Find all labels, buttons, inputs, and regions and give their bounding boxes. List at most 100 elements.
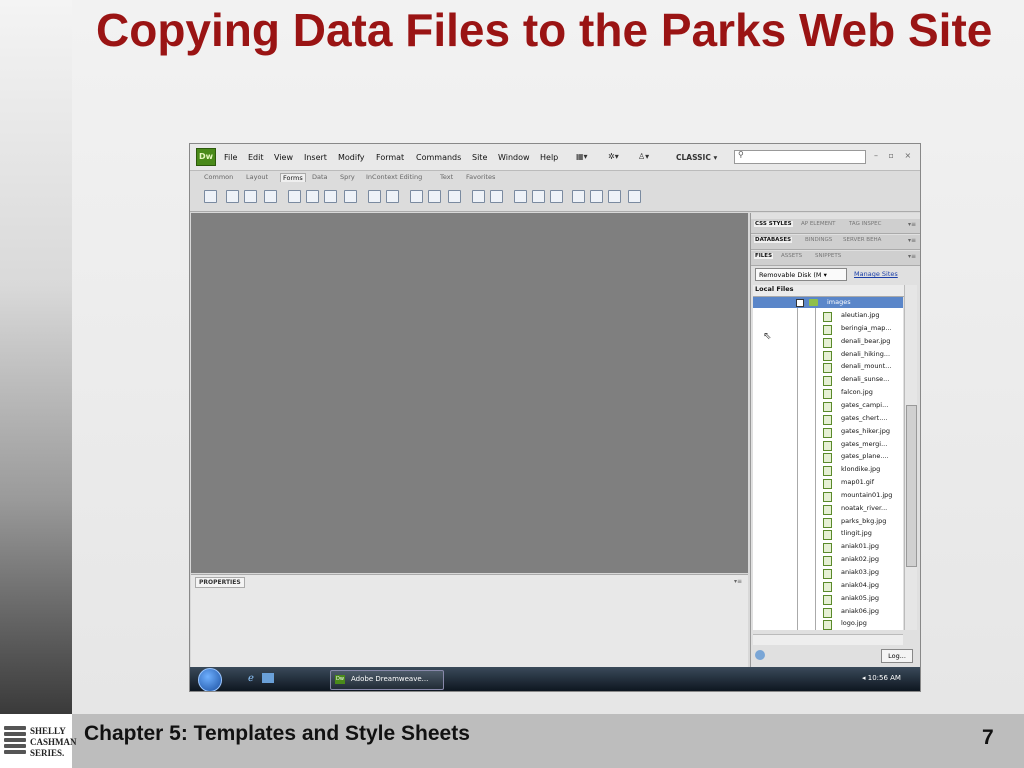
file-row[interactable]: gates_mergi... xyxy=(823,439,903,451)
image-field-icon[interactable] xyxy=(410,190,423,203)
spry-radio-icon[interactable] xyxy=(628,190,641,203)
log-button[interactable]: Log... xyxy=(881,649,913,663)
panel-options-icon[interactable]: ▾≡ xyxy=(734,578,742,585)
internet-explorer-icon[interactable]: ℯ xyxy=(248,673,254,684)
file-row[interactable]: klondike.jpg xyxy=(823,464,903,477)
window-controls[interactable]: – ▫ × xyxy=(874,151,915,160)
site-select[interactable]: Removable Disk (M ▾ xyxy=(755,268,847,281)
connection-status-icon[interactable] xyxy=(755,650,765,660)
file-row[interactable]: gates_chert.... xyxy=(823,413,903,425)
panel-options-icon[interactable]: ▾≡ xyxy=(908,253,916,260)
file-row[interactable]: tlingit.jpg xyxy=(823,528,903,541)
jump-menu-icon[interactable] xyxy=(386,190,399,203)
file-row[interactable]: denali_hiking... xyxy=(823,349,903,361)
file-row[interactable]: map01.gif xyxy=(823,477,903,490)
tab-assets[interactable]: ASSETS xyxy=(781,253,802,259)
search-input[interactable] xyxy=(734,150,866,164)
tab-text[interactable]: Text xyxy=(440,173,453,181)
panel-options-icon[interactable]: ▾≡ xyxy=(908,221,916,228)
tab-favorites[interactable]: Favorites xyxy=(466,173,495,181)
checkbox-icon[interactable] xyxy=(288,190,301,203)
textarea-icon[interactable] xyxy=(264,190,277,203)
file-row[interactable]: aniak01.jpg xyxy=(823,541,903,554)
checkbox-group-icon[interactable] xyxy=(306,190,319,203)
menu-edit[interactable]: Edit xyxy=(248,153,264,162)
hidden-field-icon[interactable] xyxy=(244,190,257,203)
button-icon[interactable] xyxy=(448,190,461,203)
file-row[interactable]: logo.jpg xyxy=(823,618,903,630)
menu-window[interactable]: Window xyxy=(498,153,530,162)
file-row[interactable]: beringia_map... xyxy=(823,323,903,335)
properties-tab[interactable]: PROPERTIES xyxy=(195,577,245,588)
menu-view[interactable]: View xyxy=(274,153,293,162)
tab-tag-inspector[interactable]: TAG INSPEC xyxy=(849,221,881,227)
system-clock[interactable]: ◂ 10:56 AM xyxy=(862,674,901,682)
file-row[interactable]: falcon.jpg xyxy=(823,387,903,400)
radio-group-icon[interactable] xyxy=(344,190,357,203)
local-files-header[interactable]: Local Files xyxy=(753,285,905,297)
tab-ap-elements[interactable]: AP ELEMENT xyxy=(801,221,836,227)
horizontal-scrollbar[interactable] xyxy=(753,634,903,645)
start-button-icon[interactable] xyxy=(198,668,222,691)
folder-row-images[interactable]: images xyxy=(753,297,903,308)
file-row[interactable]: aniak03.jpg xyxy=(823,567,903,579)
collapse-icon[interactable] xyxy=(796,299,804,307)
tab-layout[interactable]: Layout xyxy=(246,173,268,181)
radio-button-icon[interactable] xyxy=(324,190,337,203)
manage-sites-link[interactable]: Manage Sites xyxy=(854,270,898,278)
document-window[interactable] xyxy=(191,213,748,573)
panel-options-icon[interactable]: ▾≡ xyxy=(908,237,916,244)
tab-data[interactable]: Data xyxy=(312,173,328,181)
file-row[interactable]: aniak05.jpg xyxy=(823,593,903,605)
tab-css-styles[interactable]: CSS STYLES xyxy=(754,221,793,227)
gear-icon[interactable]: ✲▾ xyxy=(608,152,619,161)
file-row[interactable]: parks_bkg.jpg xyxy=(823,516,903,528)
tab-forms[interactable]: Forms xyxy=(280,173,306,182)
menu-commands[interactable]: Commands xyxy=(416,153,461,162)
scroll-thumb[interactable] xyxy=(906,405,917,567)
tab-incontext-editing[interactable]: InContext Editing xyxy=(366,173,422,181)
file-row[interactable]: aniak04.jpg xyxy=(823,580,903,592)
show-desktop-icon[interactable] xyxy=(262,673,274,683)
tab-databases[interactable]: DATABASES xyxy=(754,237,793,243)
menu-insert[interactable]: Insert xyxy=(304,153,327,162)
select-list-icon[interactable] xyxy=(368,190,381,203)
label-icon[interactable] xyxy=(472,190,485,203)
spry-select-icon[interactable] xyxy=(572,190,585,203)
spry-textarea-icon[interactable] xyxy=(532,190,545,203)
file-field-icon[interactable] xyxy=(428,190,441,203)
tab-common[interactable]: Common xyxy=(204,173,233,181)
file-row[interactable]: aniak02.jpg xyxy=(823,554,903,567)
tab-spry[interactable]: Spry xyxy=(340,173,355,181)
file-row[interactable]: aniak06.jpg xyxy=(823,606,903,618)
vertical-scrollbar[interactable] xyxy=(904,285,917,630)
file-row[interactable]: denali_mount... xyxy=(823,361,903,374)
spry-password-icon[interactable] xyxy=(590,190,603,203)
file-row[interactable]: gates_plane.... xyxy=(823,451,903,464)
file-row[interactable]: denali_bear.jpg xyxy=(823,336,903,348)
layout-grid-icon[interactable]: ▦▾ xyxy=(576,152,588,161)
spry-checkbox-icon[interactable] xyxy=(550,190,563,203)
menu-file[interactable]: File xyxy=(224,153,237,162)
workspace-switcher[interactable]: CLASSIC ▾ xyxy=(676,153,717,162)
tab-server-behaviors[interactable]: SERVER BEHA xyxy=(843,237,881,243)
file-row[interactable]: aleutian.jpg xyxy=(823,310,903,322)
tab-snippets[interactable]: SNIPPETS xyxy=(815,253,841,259)
user-icon[interactable]: ♙▾ xyxy=(638,152,649,161)
menu-help[interactable]: Help xyxy=(540,153,558,162)
taskbar-button-dreamweaver[interactable]: Dw Adobe Dreamweave... xyxy=(330,670,444,690)
form-button-icon[interactable] xyxy=(204,190,217,203)
spry-text-field-icon[interactable] xyxy=(514,190,527,203)
file-row[interactable]: noatak_river... xyxy=(823,503,903,515)
menu-format[interactable]: Format xyxy=(376,153,404,162)
fieldset-icon[interactable] xyxy=(490,190,503,203)
file-row[interactable]: gates_hiker.jpg xyxy=(823,426,903,438)
file-row[interactable]: gates_campi... xyxy=(823,400,903,412)
file-row[interactable]: denali_sunse... xyxy=(823,374,903,387)
file-row[interactable]: mountain01.jpg xyxy=(823,490,903,502)
text-field-icon[interactable] xyxy=(226,190,239,203)
spry-confirm-icon[interactable] xyxy=(608,190,621,203)
menu-modify[interactable]: Modify xyxy=(338,153,365,162)
menu-site[interactable]: Site xyxy=(472,153,487,162)
tab-bindings[interactable]: BINDINGS xyxy=(805,237,832,243)
